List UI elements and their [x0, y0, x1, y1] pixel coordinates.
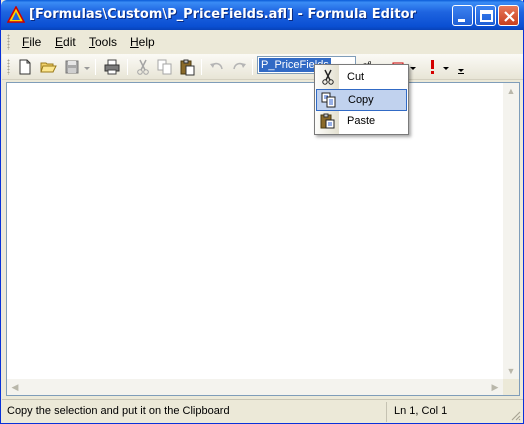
print-icon[interactable]: [103, 58, 121, 76]
clipboard-icon: [320, 113, 336, 129]
scrollbar-corner: [503, 379, 519, 395]
save-icon[interactable]: [63, 58, 81, 76]
toolbar-separator: [127, 59, 128, 75]
close-icon: [504, 11, 515, 22]
horizontal-scrollbar[interactable]: ◀ ▶: [7, 379, 503, 395]
copy-icon[interactable]: [156, 58, 174, 76]
toolbar-separator: [201, 59, 202, 75]
apply-dropdown-arrow-icon[interactable]: [442, 58, 450, 76]
context-menu-copy-label: Copy: [348, 94, 374, 106]
formula-editor-window: [Formulas\Custom\P_PriceFields.afl] - Fo…: [0, 0, 524, 424]
menu-help[interactable]: Help: [130, 35, 155, 49]
menu-bar: File Edit Tools Help: [2, 30, 523, 54]
maximize-button[interactable]: [475, 5, 496, 26]
new-file-icon[interactable]: [16, 58, 34, 76]
menubar-grip[interactable]: [7, 34, 10, 50]
toolbar-grip[interactable]: [7, 59, 10, 75]
verify-dropdown-arrow-icon[interactable]: [409, 58, 417, 76]
context-menu-cut-label: Cut: [347, 71, 365, 83]
context-menu-paste[interactable]: Paste: [316, 111, 407, 133]
context-menu-copy[interactable]: Copy: [316, 89, 407, 111]
copy-icon: [321, 92, 337, 108]
maximize-icon: [480, 10, 493, 22]
title-bar[interactable]: [Formulas\Custom\P_PriceFields.afl] - Fo…: [1, 0, 524, 30]
menu-tools[interactable]: Tools: [89, 35, 117, 49]
minimize-icon: [458, 19, 465, 22]
apply-indicator-icon[interactable]: [423, 58, 441, 76]
scroll-left-icon[interactable]: ◀: [7, 379, 23, 395]
toolbar-separator: [95, 59, 96, 75]
amibroker-app-icon[interactable]: [6, 5, 26, 24]
menu-file[interactable]: File: [22, 35, 41, 49]
window-title: [Formulas\Custom\P_PriceFields.afl] - Fo…: [29, 7, 416, 22]
minimize-button[interactable]: [452, 5, 473, 26]
context-menu-cut[interactable]: Cut: [316, 67, 407, 89]
cut-icon[interactable]: [134, 58, 152, 76]
redo-icon[interactable]: [230, 58, 248, 76]
scroll-right-icon[interactable]: ▶: [487, 379, 503, 395]
code-editor[interactable]: ▲ ▼ ◀ ▶: [6, 82, 520, 396]
scroll-down-icon[interactable]: ▼: [503, 363, 519, 379]
context-menu-paste-label: Paste: [347, 115, 376, 127]
menu-edit[interactable]: Edit: [55, 35, 76, 49]
open-folder-icon[interactable]: [39, 58, 57, 76]
status-divider: [386, 402, 387, 422]
vertical-scrollbar[interactable]: ▲ ▼: [503, 83, 519, 379]
status-bar: Copy the selection and put it on the Cli…: [2, 399, 523, 423]
paste-icon[interactable]: [178, 58, 196, 76]
close-button[interactable]: [498, 5, 519, 26]
scissors-icon: [320, 69, 336, 85]
toolbar-separator: [252, 59, 253, 75]
cursor-position: Ln 1, Col 1: [394, 405, 448, 417]
status-message: Copy the selection and put it on the Cli…: [7, 405, 230, 417]
toolbar-overflow-chevron-icon[interactable]: [457, 58, 465, 76]
resize-grip-icon[interactable]: [509, 409, 521, 421]
undo-icon[interactable]: [208, 58, 226, 76]
edit-context-menu: Cut Copy Paste: [314, 64, 409, 135]
scroll-up-icon[interactable]: ▲: [503, 83, 519, 99]
save-dropdown-arrow-icon[interactable]: [83, 58, 91, 76]
